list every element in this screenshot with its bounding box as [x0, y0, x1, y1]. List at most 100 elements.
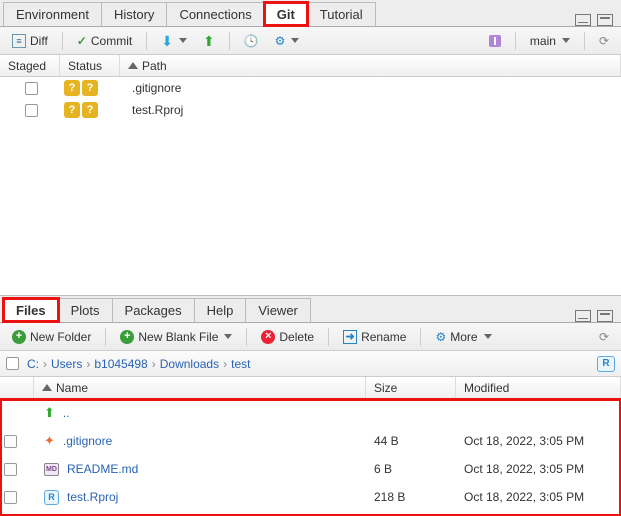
git-more-button[interactable]: ⚙ [269, 32, 306, 50]
file-size: 218 B [366, 490, 456, 504]
status-unknown-icon: ? [64, 80, 80, 96]
col-size[interactable]: Size [366, 377, 456, 398]
select-all-checkbox[interactable] [6, 357, 19, 370]
x-icon: × [261, 330, 275, 344]
status-unknown-icon: ? [82, 80, 98, 96]
bottom-tabstrip: Files Plots Packages Help Viewer [0, 296, 621, 323]
new-folder-button[interactable]: + New Folder [6, 328, 97, 346]
commit-button[interactable]: ✓ Commit [71, 32, 138, 50]
crumb-sep: › [86, 357, 90, 371]
rproj-icon: R [44, 490, 59, 505]
files-list: ⬆ .. ✦ .gitignore 44 B Oct 18, 2022, 3:0… [0, 399, 621, 516]
new-folder-label: New Folder [30, 330, 91, 344]
rename-icon: ➜ [343, 330, 357, 344]
new-blank-label: New Blank File [138, 330, 218, 344]
minimize-icon[interactable] [575, 310, 591, 322]
col-status[interactable]: Status [60, 55, 120, 76]
tab-files[interactable]: Files [3, 298, 59, 322]
markdown-icon: MD [44, 463, 59, 476]
git-column-header: Staged Status Path [0, 55, 621, 77]
file-name[interactable]: .gitignore [63, 434, 112, 448]
file-name[interactable]: test.Rproj [67, 490, 118, 504]
file-row[interactable]: R test.Rproj 218 B Oct 18, 2022, 3:05 PM [0, 483, 621, 511]
crumb-item[interactable]: Users [51, 357, 82, 371]
delete-button[interactable]: × Delete [255, 328, 320, 346]
tab-environment[interactable]: Environment [3, 2, 102, 26]
crumb-item[interactable]: Downloads [160, 357, 219, 371]
crumb-sep: › [152, 357, 156, 371]
stage-checkbox[interactable] [25, 104, 38, 117]
file-row[interactable]: MD README.md 6 B Oct 18, 2022, 3:05 PM [0, 455, 621, 483]
files-refresh-button[interactable]: ⟳ [593, 328, 615, 346]
tab-packages[interactable]: Packages [112, 298, 195, 322]
history-log-button[interactable]: 🕓 [238, 32, 265, 50]
refresh-icon: ⟳ [599, 330, 609, 344]
git-file-list: ? ? .gitignore ? ? test.Rproj [0, 77, 621, 295]
push-button[interactable]: ⬆ [197, 32, 221, 50]
plus-icon: + [120, 330, 134, 344]
git-path: .gitignore [124, 81, 621, 95]
chevron-down-icon [562, 38, 570, 43]
file-modified: Oct 18, 2022, 3:05 PM [456, 490, 621, 504]
maximize-icon[interactable] [597, 14, 613, 26]
diff-label: Diff [30, 34, 48, 48]
sort-asc-icon [128, 62, 138, 69]
refresh-icon: ⟳ [599, 34, 609, 48]
rename-button[interactable]: ➜ Rename [337, 328, 412, 346]
crumb-root[interactable]: C: [27, 357, 39, 371]
branch-network-button[interactable] [483, 33, 507, 49]
stage-checkbox[interactable] [25, 82, 38, 95]
chevron-down-icon [224, 334, 232, 339]
check-icon: ✓ [77, 34, 87, 48]
tab-plots[interactable]: Plots [58, 298, 113, 322]
file-modified: Oct 18, 2022, 3:05 PM [456, 434, 621, 448]
gear-icon: ⚙ [435, 330, 446, 344]
col-path[interactable]: Path [120, 55, 621, 76]
crumb-sep: › [43, 357, 47, 371]
tab-connections[interactable]: Connections [166, 2, 264, 26]
chevron-down-icon [179, 38, 187, 43]
status-unknown-icon: ? [82, 102, 98, 118]
project-root-button[interactable]: R [597, 356, 615, 372]
file-checkbox[interactable] [4, 463, 17, 476]
branch-selector[interactable]: main [524, 32, 576, 50]
crumb-item[interactable]: b1045498 [94, 357, 147, 371]
tab-git[interactable]: Git [264, 2, 308, 26]
file-checkbox[interactable] [4, 435, 17, 448]
arrow-up-icon: ⬆ [203, 34, 215, 48]
refresh-button[interactable]: ⟳ [593, 32, 615, 50]
file-row[interactable]: ✦ .gitignore 44 B Oct 18, 2022, 3:05 PM [0, 427, 621, 455]
file-name[interactable]: README.md [67, 462, 138, 476]
tab-tutorial[interactable]: Tutorial [307, 2, 376, 26]
updir-label: .. [63, 406, 70, 420]
col-modified[interactable]: Modified [456, 377, 621, 398]
file-checkbox[interactable] [4, 491, 17, 504]
delete-label: Delete [279, 330, 314, 344]
more-label: More [450, 330, 477, 344]
git-row[interactable]: ? ? .gitignore [0, 77, 621, 99]
new-blank-file-button[interactable]: + New Blank File [114, 328, 238, 346]
top-tabstrip: Environment History Connections Git Tuto… [0, 0, 621, 27]
updir-row[interactable]: ⬆ .. [0, 399, 621, 427]
files-column-header: Name Size Modified [0, 377, 621, 399]
gear-icon: ⚙ [275, 34, 286, 48]
tab-viewer[interactable]: Viewer [245, 298, 311, 322]
pull-button[interactable]: ⬇ [155, 32, 193, 50]
plus-icon: + [12, 330, 26, 344]
col-staged[interactable]: Staged [0, 55, 60, 76]
crumb-item[interactable]: test [231, 357, 250, 371]
file-size: 44 B [366, 434, 456, 448]
more-button[interactable]: ⚙ More [429, 328, 497, 346]
git-row[interactable]: ? ? test.Rproj [0, 99, 621, 121]
sort-asc-icon [42, 384, 52, 391]
tab-help[interactable]: Help [194, 298, 247, 322]
diff-button[interactable]: ≡ Diff [6, 32, 54, 50]
minimize-icon[interactable] [575, 14, 591, 26]
branch-label: main [530, 34, 556, 48]
tab-history[interactable]: History [101, 2, 167, 26]
rename-label: Rename [361, 330, 406, 344]
maximize-icon[interactable] [597, 310, 613, 322]
clock-icon: 🕓 [244, 34, 259, 48]
col-name[interactable]: Name [34, 377, 366, 398]
up-folder-icon: ⬆ [44, 405, 55, 421]
